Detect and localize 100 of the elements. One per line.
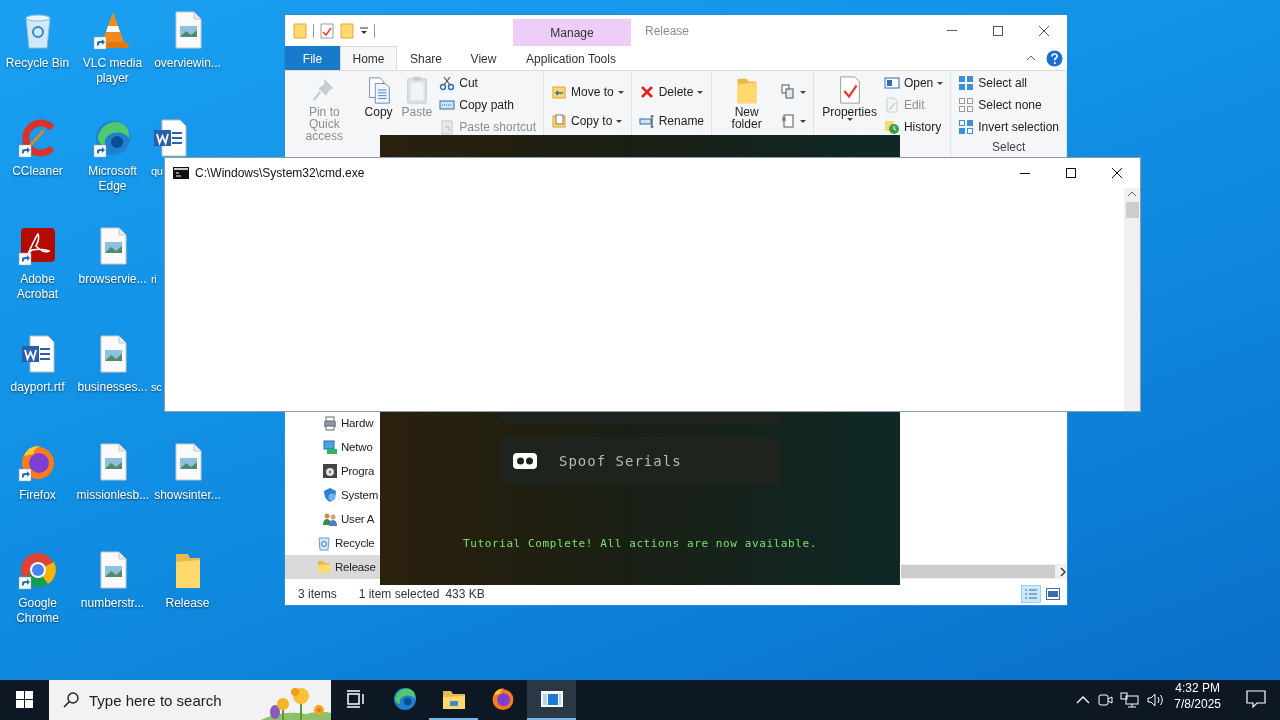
ribbon-button[interactable]: Delete xyxy=(636,84,707,100)
grid-outline-icon xyxy=(958,97,975,113)
vertical-scrollbar[interactable] xyxy=(1124,188,1140,411)
search-icon xyxy=(63,692,79,708)
delete-icon xyxy=(638,84,655,100)
task-view-icon[interactable] xyxy=(345,690,366,708)
camera-icon[interactable] xyxy=(1096,692,1115,708)
ribbon-tab[interactable]: File xyxy=(285,46,340,70)
windows-icon xyxy=(16,690,33,708)
path-icon xyxy=(439,97,456,113)
folder-page-icon xyxy=(551,113,567,129)
window-icon[interactable] xyxy=(539,689,564,709)
ribbon-tab[interactable]: Home xyxy=(340,46,397,70)
maximize-icon xyxy=(1066,168,1076,178)
ribbon-tab[interactable]: View xyxy=(455,46,512,70)
ribbon-button[interactable]: Copy to xyxy=(549,113,626,129)
scroll-thumb[interactable] xyxy=(1125,202,1139,218)
window-title: C:\Windows\System32\cmd.exe xyxy=(195,166,365,180)
ribbon-button[interactable]: Copy xyxy=(360,75,397,118)
ribbon-button[interactable] xyxy=(778,84,809,100)
ribbon-button[interactable]: Cut xyxy=(437,75,538,91)
desktop-icon-label[interactable]: Release xyxy=(151,596,224,611)
minimize-icon xyxy=(947,30,957,31)
status-message: Tutorial Complete! All actions are now available. xyxy=(463,537,817,550)
clipboard-icon xyxy=(439,119,456,135)
folder-icon xyxy=(316,559,332,575)
selection-count: 1 item selected xyxy=(358,587,440,601)
caret-icon xyxy=(800,119,807,123)
nav-item[interactable]: System xyxy=(285,483,380,507)
desktop-icon-label[interactable]: showsinter... xyxy=(151,488,224,503)
tiles-view-icon xyxy=(1046,588,1060,600)
collapse-icon[interactable] xyxy=(1026,55,1036,61)
dropdown-icon[interactable] xyxy=(360,26,368,35)
caret-icon xyxy=(697,90,704,94)
shield-icon xyxy=(322,487,338,503)
help-icon[interactable] xyxy=(1046,49,1063,67)
ribbon-button[interactable]: Move to xyxy=(549,84,626,100)
maximize-icon xyxy=(993,25,1003,36)
mask-icon xyxy=(513,452,537,469)
scroll-thumb[interactable] xyxy=(901,565,1055,578)
rename-icon xyxy=(638,113,655,129)
minimize-icon xyxy=(1020,172,1030,174)
ribbon-button[interactable]: Open xyxy=(881,75,946,91)
group-label: Select xyxy=(990,141,1027,154)
caret-icon xyxy=(617,90,624,94)
nav-item[interactable]: Hardw xyxy=(285,411,380,435)
desktop-icon-label[interactable]: Google Chrome xyxy=(1,596,74,626)
ribbon-button[interactable]: Copy path xyxy=(437,97,538,113)
folder-icon[interactable] xyxy=(441,688,466,710)
caret-icon xyxy=(937,81,944,85)
item-count: 3 items xyxy=(298,587,337,601)
disc-box-icon xyxy=(322,463,338,479)
wave-logo-icon[interactable] xyxy=(92,118,133,158)
window-icon xyxy=(883,75,900,91)
ribbon-tab[interactable]: Share xyxy=(397,46,455,70)
context-tab-header: Manage xyxy=(513,19,631,46)
nav-item[interactable]: Netwo xyxy=(285,435,380,459)
clock-date[interactable]: 7/8/2025 xyxy=(1174,696,1221,712)
search-field[interactable]: Type here to search xyxy=(49,680,331,720)
ribbon-button[interactable]: Select all xyxy=(956,75,1061,91)
ribbon-button[interactable]: Properties xyxy=(819,75,880,121)
ribbon-button[interactable]: Invert selection xyxy=(956,119,1061,135)
ribbon-tab[interactable]: Application Tools xyxy=(512,46,630,70)
ribbon-button[interactable]: History xyxy=(881,119,946,135)
window-title: Release xyxy=(645,22,690,40)
scissors-icon xyxy=(439,75,456,91)
close-icon xyxy=(1039,25,1049,36)
caret-icon xyxy=(800,90,807,94)
taskbar-button[interactable] xyxy=(527,680,576,720)
ribbon-button[interactable]: Select none xyxy=(956,97,1061,113)
nav-item[interactable]: User A xyxy=(285,507,380,531)
nav-item[interactable]: Recycle xyxy=(285,531,380,555)
caret-icon xyxy=(846,118,853,121)
clock-time[interactable]: 4:32 PM xyxy=(1175,680,1220,696)
selection-size: 433 KB xyxy=(445,587,485,601)
details-view-icon xyxy=(1024,588,1038,600)
caret-icon xyxy=(616,119,623,123)
pages-icon xyxy=(780,84,797,100)
chevron-up-icon[interactable] xyxy=(1076,696,1091,704)
circle-logo-icon[interactable] xyxy=(17,550,58,590)
network-icon[interactable] xyxy=(1120,692,1141,708)
wave-logo-icon[interactable] xyxy=(391,686,418,712)
recycle-bin-icon xyxy=(316,535,332,551)
network-icon xyxy=(322,439,338,455)
checked-page-icon[interactable] xyxy=(320,22,334,39)
speech-bubble-icon xyxy=(1245,690,1266,708)
action-button[interactable]: Spoof Serials xyxy=(500,437,780,484)
horizontal-scrollbar[interactable] xyxy=(901,564,1067,579)
pdf-icon[interactable] xyxy=(17,226,58,266)
ribbon-button[interactable]: New folder xyxy=(717,75,777,130)
ribbon-button[interactable]: Rename xyxy=(636,113,707,129)
clock-icon xyxy=(883,119,900,135)
close-icon xyxy=(1112,168,1122,178)
chevron-right-icon[interactable] xyxy=(1059,566,1067,577)
page-pencil-icon xyxy=(883,97,900,113)
nav-item[interactable]: Release xyxy=(285,555,380,579)
desktop-icon-label[interactable]: numberstr... xyxy=(76,596,149,611)
view-button[interactable] xyxy=(1043,585,1063,603)
page-icon xyxy=(780,113,797,129)
nav-item[interactable]: Progra xyxy=(285,459,380,483)
